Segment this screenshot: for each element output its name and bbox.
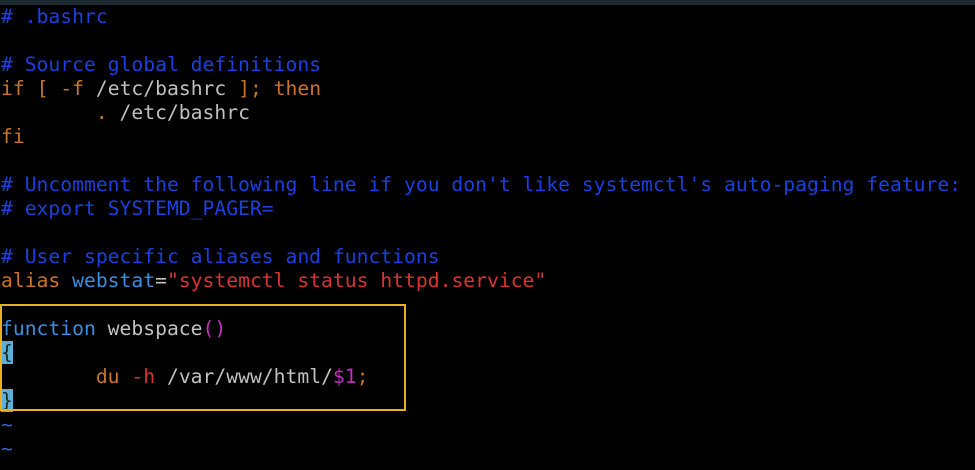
editor-line[interactable]: ~ xyxy=(1,437,13,461)
code-token: [ xyxy=(36,77,49,100)
code-token: alias xyxy=(1,269,61,292)
code-token: # Source global definitions xyxy=(1,53,322,76)
editor-line[interactable]: ~ xyxy=(1,413,13,437)
code-token: # Uncomment the following line if you do… xyxy=(1,173,962,196)
editor-line[interactable]: if [ -f /etc/bashrc ]; then xyxy=(1,77,321,101)
editor-line[interactable]: # User specific aliases and functions xyxy=(1,245,440,269)
editor-line[interactable]: # Source global definitions xyxy=(1,53,321,77)
editor-line[interactable]: fi xyxy=(1,125,25,149)
editor-line[interactable]: . /etc/bashrc xyxy=(1,101,250,125)
code-token: # User specific aliases and functions xyxy=(1,245,440,268)
code-token: then xyxy=(273,77,322,100)
code-token: -f xyxy=(60,77,85,100)
code-token: . xyxy=(95,101,108,124)
code-token: "systemctl status httpd.service" xyxy=(166,269,547,292)
function-highlight-box xyxy=(0,304,406,411)
empty-line-tilde: ~ xyxy=(1,413,13,436)
code-token: = xyxy=(155,269,167,292)
code-token: # .bashrc xyxy=(1,5,108,28)
code-token: fi xyxy=(1,125,25,148)
code-token: webstat xyxy=(72,269,156,292)
editor-line[interactable]: # Uncomment the following line if you do… xyxy=(1,173,961,197)
code-token: # export SYSTEMD_PAGER= xyxy=(1,197,274,220)
editor-line[interactable]: # .bashrc xyxy=(1,5,108,29)
code-token: if xyxy=(1,77,25,100)
code-token: /etc/bashrc xyxy=(84,77,239,100)
empty-line-tilde: ~ xyxy=(1,437,13,460)
editor-line[interactable]: # export SYSTEMD_PAGER= xyxy=(1,197,274,221)
editor-line[interactable]: alias webstat="systemctl status httpd.se… xyxy=(1,269,546,293)
code-token: ]; xyxy=(238,77,262,100)
code-token: /etc/bashrc xyxy=(107,101,250,124)
